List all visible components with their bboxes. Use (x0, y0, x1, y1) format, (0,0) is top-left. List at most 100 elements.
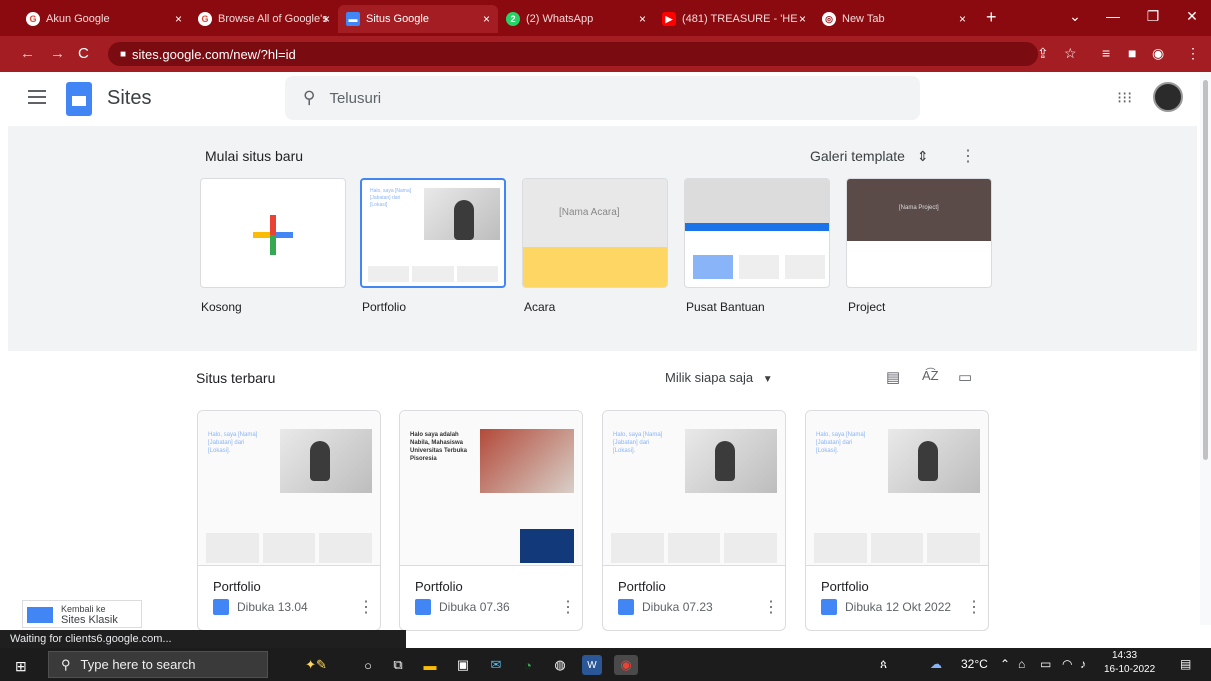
page-scrollbar[interactable] (1200, 72, 1211, 625)
tab-search-icon[interactable]: ⌄ (1056, 0, 1094, 32)
network-icon[interactable]: ⌂ (1018, 657, 1025, 671)
sort-az-icon[interactable]: A͡Z (922, 368, 939, 383)
thumbnail-text: Halo, saya [Nama] [Jabatan] dari [Lokasi… (613, 432, 663, 454)
tab-akun-google[interactable]: G Akun Google × (18, 5, 190, 33)
template-blank[interactable] (200, 178, 346, 288)
close-icon[interactable]: × (175, 12, 182, 26)
site-name: Portfolio (213, 579, 261, 594)
tab-whatsapp[interactable]: 2 (2) WhatsApp × (498, 5, 654, 33)
sidebar-icon[interactable]: ■ (1128, 45, 1136, 61)
store-icon[interactable]: ▣ (453, 655, 473, 675)
site-card[interactable]: Halo, saya [Nama] [Jabatan] dari [Lokasi… (805, 410, 989, 631)
sites-icon: ▬ (346, 12, 360, 26)
template-gallery-label: Galeri template (810, 148, 905, 164)
close-icon[interactable]: × (323, 12, 330, 26)
site-card[interactable]: Halo, saya [Nama] [Jabatan] dari [Lokasi… (197, 410, 381, 631)
template-event[interactable]: [Nama Acara] (522, 178, 668, 288)
app-icon[interactable]: ◍ (550, 655, 570, 675)
notification-icon[interactable]: ▤ (1180, 657, 1191, 671)
address-bar[interactable]: ■ sites.google.com/new/?hl=id (108, 42, 1038, 66)
tab-situs-google[interactable]: ▬ Situs Google × (338, 5, 498, 33)
template-label: Portfolio (362, 300, 407, 314)
reload-icon[interactable]: C (78, 45, 89, 62)
volume-icon[interactable]: ♪ (1080, 657, 1086, 671)
site-card[interactable]: Halo saya adalah Nabila, Mahasiswa Unive… (399, 410, 583, 631)
start-new-site-section: Mulai situs baru Galeri template ⇕ ⋮ Kos… (8, 126, 1197, 351)
main-menu-icon[interactable] (28, 90, 46, 108)
restore-button[interactable]: ❐ (1134, 0, 1172, 32)
recent-sites-title: Situs terbaru (196, 370, 276, 386)
apps-grid-icon[interactable]: ⁝⁝⁝ (1117, 88, 1132, 108)
close-icon[interactable]: × (959, 12, 966, 26)
taskbar-search-input[interactable]: ⚲ Type here to search (48, 651, 268, 678)
reading-list-icon[interactable]: ≡ (1102, 45, 1110, 61)
template-preview-banner (685, 223, 829, 231)
share-icon[interactable]: ⇪ (1037, 45, 1049, 62)
minimize-button[interactable]: — (1094, 0, 1132, 32)
task-view-icon[interactable]: ⧉ (388, 655, 408, 675)
search-highlight-icon[interactable]: ✦✎ (286, 655, 346, 675)
word-icon[interactable]: W (582, 655, 602, 675)
list-view-icon[interactable]: ▤ (886, 368, 900, 386)
site-card[interactable]: Halo, saya [Nama] [Jabatan] dari [Lokasi… (602, 410, 786, 631)
tab-new-tab[interactable]: ◎ New Tab × (814, 5, 974, 33)
cortana-icon[interactable]: ○ (358, 655, 378, 675)
thumbnail-boxes (611, 533, 778, 563)
profile-icon[interactable]: ◉ (1152, 45, 1164, 62)
app-name: Sites (107, 87, 152, 109)
app-header: Sites ⚲ Telusuri ⁝⁝⁝ (0, 72, 1200, 126)
site-more-icon[interactable]: ⋮ (560, 597, 576, 617)
chrome-icon[interactable]: ◉ (614, 655, 638, 675)
site-more-icon[interactable]: ⋮ (763, 597, 779, 617)
sites-logo-icon[interactable] (66, 82, 92, 116)
template-portfolio[interactable]: Halo, saya [Nama] [Jabatan] dari [Lokasi… (360, 178, 506, 288)
template-project[interactable]: [Nama Project] (846, 178, 992, 288)
whatsapp-icon: 2 (506, 12, 520, 26)
site-more-icon[interactable]: ⋮ (358, 597, 374, 617)
close-icon[interactable]: × (483, 12, 490, 26)
close-window-button[interactable]: ✕ (1173, 0, 1211, 32)
opened-time: Dibuka 07.23 (642, 600, 713, 614)
close-icon[interactable]: × (799, 12, 806, 26)
owner-filter-dropdown[interactable]: Milik siapa saja ▼ (665, 370, 773, 385)
google-icon: G (26, 12, 40, 26)
file-explorer-icon[interactable]: ▬ (420, 655, 440, 675)
site-thumbnail: Halo, saya [Nama] [Jabatan] dari [Lokasi… (603, 411, 785, 566)
site-name: Portfolio (415, 579, 463, 594)
people-icon[interactable]: ጰ (880, 657, 887, 672)
expand-icon: ⇕ (916, 148, 929, 164)
template-gallery-button[interactable]: Galeri template ⇕ (810, 148, 929, 165)
clock-time[interactable]: 14:33 (1112, 650, 1137, 661)
weather-temp[interactable]: 32°C (961, 657, 988, 671)
tray-chevron-icon[interactable]: ⌃ (1000, 657, 1010, 671)
template-preview-box (785, 255, 825, 279)
edge-icon[interactable]: ◔ (518, 655, 538, 675)
avatar[interactable] (1153, 82, 1183, 112)
bookmark-star-icon[interactable]: ☆ (1064, 45, 1077, 62)
template-help-center[interactable] (684, 178, 830, 288)
site-more-icon[interactable]: ⋮ (966, 597, 982, 617)
back-icon[interactable]: ← (20, 45, 35, 62)
tab-browse-google[interactable]: G Browse All of Google's × (190, 5, 338, 33)
battery-icon[interactable]: ▭ (1040, 657, 1051, 671)
search-input[interactable]: ⚲ Telusuri (285, 76, 920, 120)
scrollbar-thumb[interactable] (1203, 80, 1208, 460)
back-to-classic-sites-button[interactable]: Kembali ke Sites Klasik (22, 600, 142, 628)
sites-classic-icon (27, 607, 53, 623)
search-icon: ⚲ (303, 88, 316, 107)
more-options-icon[interactable]: ⋮ (960, 146, 976, 166)
search-placeholder: Telusuri (329, 89, 382, 107)
tab-youtube[interactable]: ▶ (481) TREASURE - 'HE × (654, 5, 814, 33)
close-icon[interactable]: × (639, 12, 646, 26)
forward-icon[interactable]: → (50, 45, 65, 62)
tab-label: Situs Google (366, 13, 429, 25)
wifi-icon[interactable]: ◠ (1062, 657, 1072, 671)
new-tab-button[interactable]: + (986, 7, 997, 28)
windows-start-icon[interactable]: ⊞ (15, 658, 27, 675)
clock-date[interactable]: 16-10-2022 (1104, 664, 1155, 675)
mail-icon[interactable]: ✉ (486, 655, 506, 675)
browser-menu-icon[interactable]: ⋮ (1186, 45, 1200, 62)
site-meta: Dibuka 13.04 (213, 599, 308, 615)
sites-file-icon (213, 599, 229, 615)
folder-icon[interactable]: ▭ (958, 368, 972, 386)
